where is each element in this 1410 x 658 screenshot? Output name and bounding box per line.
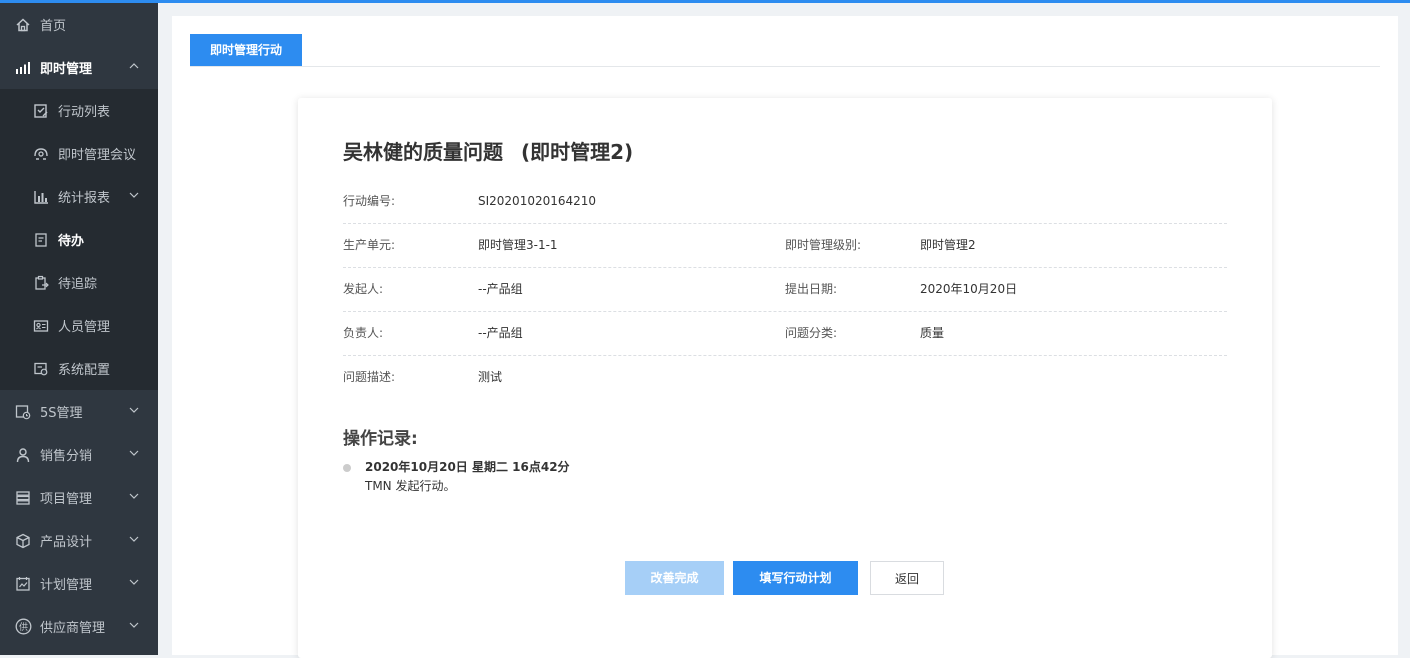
top-accent-line <box>0 0 1410 3</box>
sidebar-item-meeting[interactable]: 即时管理会议 <box>0 132 158 175</box>
date-label: 提出日期: <box>785 282 838 296</box>
detail-row-initiator: 发起人: --产品组 提出日期: 2020年10月20日 <box>343 268 1227 312</box>
sidebar-item-5s[interactable]: 5S管理 <box>0 390 158 433</box>
sidebar-item-label: 人员管理 <box>58 320 111 335</box>
sidebar-item-product-design[interactable]: 产品设计 <box>0 519 158 562</box>
sidebar-item-label: 待办 <box>58 234 85 249</box>
level-value: 即时管理2 <box>920 238 976 252</box>
sidebar-item-home[interactable]: 首页 <box>0 3 158 46</box>
sidebar-item-supplier[interactable]: 供 供应商管理 <box>0 605 158 648</box>
desc-label: 问题描述: <box>343 370 396 384</box>
sidebar: 首页 即时管理 行动列表 即时管理会议 统计报表 待办 待追踪 人员管理 系统配… <box>0 3 158 655</box>
detail-row-action-no: 行动编号: SI20201020164210 <box>343 180 1227 224</box>
sidebar-item-label: 即时管理 <box>40 62 93 77</box>
issue-level-title: (即时管理2) <box>521 140 634 164</box>
sidebar-item-todo[interactable]: 待办 <box>0 218 158 261</box>
tab-instant-action[interactable]: 即时管理行动 <box>190 34 302 66</box>
chevron-down-icon <box>128 447 140 459</box>
owner-label: 负责人: <box>343 326 384 340</box>
level-label: 即时管理级别: <box>785 238 862 252</box>
bar-signal-icon <box>14 59 32 77</box>
category-label: 问题分类: <box>785 326 838 340</box>
log-entry-time: 2020年10月20日 星期二 16点42分 <box>365 460 570 474</box>
detail-row-unit: 生产单元: 即时管理3-1-1 即时管理级别: 即时管理2 <box>343 224 1227 268</box>
sidebar-item-statistics[interactable]: 统计报表 <box>0 175 158 218</box>
fill-action-plan-button[interactable]: 填写行动计划 <box>733 561 858 595</box>
date-value: 2020年10月20日 <box>920 282 1018 296</box>
action-no-label: 行动编号: <box>343 194 396 208</box>
chevron-down-icon <box>128 490 140 502</box>
action-no-value: SI20201020164210 <box>478 194 597 208</box>
bar-chart-icon <box>32 188 50 206</box>
detail-row-owner: 负责人: --产品组 问题分类: 质量 <box>343 312 1227 356</box>
sidebar-item-label: 统计报表 <box>58 191 111 206</box>
owner-value: --产品组 <box>478 326 523 340</box>
sidebar-item-sales[interactable]: 销售分销 <box>0 433 158 476</box>
unit-label: 生产单元: <box>343 238 396 252</box>
action-detail-card: 吴林健的质量问题 (即时管理2) 行动编号: SI20201020164210 生… <box>298 98 1272 658</box>
chevron-down-icon <box>128 619 140 631</box>
page-title: 吴林健的质量问题 (即时管理2) <box>343 136 633 165</box>
timeline-dot-icon <box>343 464 351 472</box>
detail-row-description: 问题描述: 测试 <box>343 356 1227 399</box>
sidebar-item-label: 计划管理 <box>40 578 93 593</box>
chevron-down-icon <box>128 533 140 545</box>
sidebar-item-instant-management[interactable]: 即时管理 <box>0 46 158 89</box>
category-value: 质量 <box>920 326 945 340</box>
sidebar-item-action-list[interactable]: 行动列表 <box>0 89 158 132</box>
sidebar-item-label: 项目管理 <box>40 492 93 507</box>
sidebar-item-label: 行动列表 <box>58 105 111 120</box>
sidebar-item-label: 5S管理 <box>40 406 83 421</box>
initiator-label: 发起人: <box>343 282 384 296</box>
unit-value: 即时管理3-1-1 <box>478 238 558 252</box>
sidebar-item-label: 销售分销 <box>40 449 93 464</box>
config-icon <box>32 360 50 378</box>
tracking-icon <box>32 274 50 292</box>
sidebar-item-label: 待追踪 <box>58 277 98 292</box>
calendar-clock-icon <box>14 403 32 421</box>
sidebar-item-label: 产品设计 <box>40 535 93 550</box>
supplier-badge: 供 <box>18 621 27 633</box>
supplier-icon: 供 <box>14 618 32 636</box>
server-icon <box>14 489 32 507</box>
cube-icon <box>14 532 32 550</box>
meeting-icon <box>32 145 50 163</box>
back-button[interactable]: 返回 <box>870 561 944 595</box>
sidebar-item-project[interactable]: 项目管理 <box>0 476 158 519</box>
id-card-icon <box>32 317 50 335</box>
operation-log-title: 操作记录: <box>343 429 418 449</box>
todo-icon <box>32 231 50 249</box>
desc-value: 测试 <box>478 370 503 384</box>
chevron-up-icon <box>128 60 140 72</box>
chevron-down-icon <box>128 404 140 416</box>
tab-bar: 即时管理行动 <box>190 34 1380 67</box>
log-entry-text: TMN 发起行动。 <box>365 479 456 493</box>
sidebar-item-system-config[interactable]: 系统配置 <box>0 347 158 390</box>
chevron-down-icon <box>128 576 140 588</box>
user-icon <box>14 446 32 464</box>
sidebar-item-personnel[interactable]: 人员管理 <box>0 304 158 347</box>
issue-title: 吴林健的质量问题 <box>343 140 503 164</box>
sidebar-item-label: 首页 <box>40 19 67 34</box>
sidebar-item-tracking[interactable]: 待追踪 <box>0 261 158 304</box>
sidebar-item-label: 即时管理会议 <box>58 148 137 163</box>
initiator-value: --产品组 <box>478 282 523 296</box>
home-icon <box>14 16 32 34</box>
plan-icon <box>14 575 32 593</box>
chevron-down-icon <box>128 189 140 201</box>
sidebar-item-plan[interactable]: 计划管理 <box>0 562 158 605</box>
edit-check-icon <box>32 102 50 120</box>
sidebar-item-label: 系统配置 <box>58 363 111 378</box>
sidebar-item-label: 供应商管理 <box>40 621 106 636</box>
improvement-done-button[interactable]: 改善完成 <box>625 561 724 595</box>
main-content: 即时管理行动 吴林健的质量问题 (即时管理2) 行动编号: SI202010201… <box>172 16 1398 658</box>
